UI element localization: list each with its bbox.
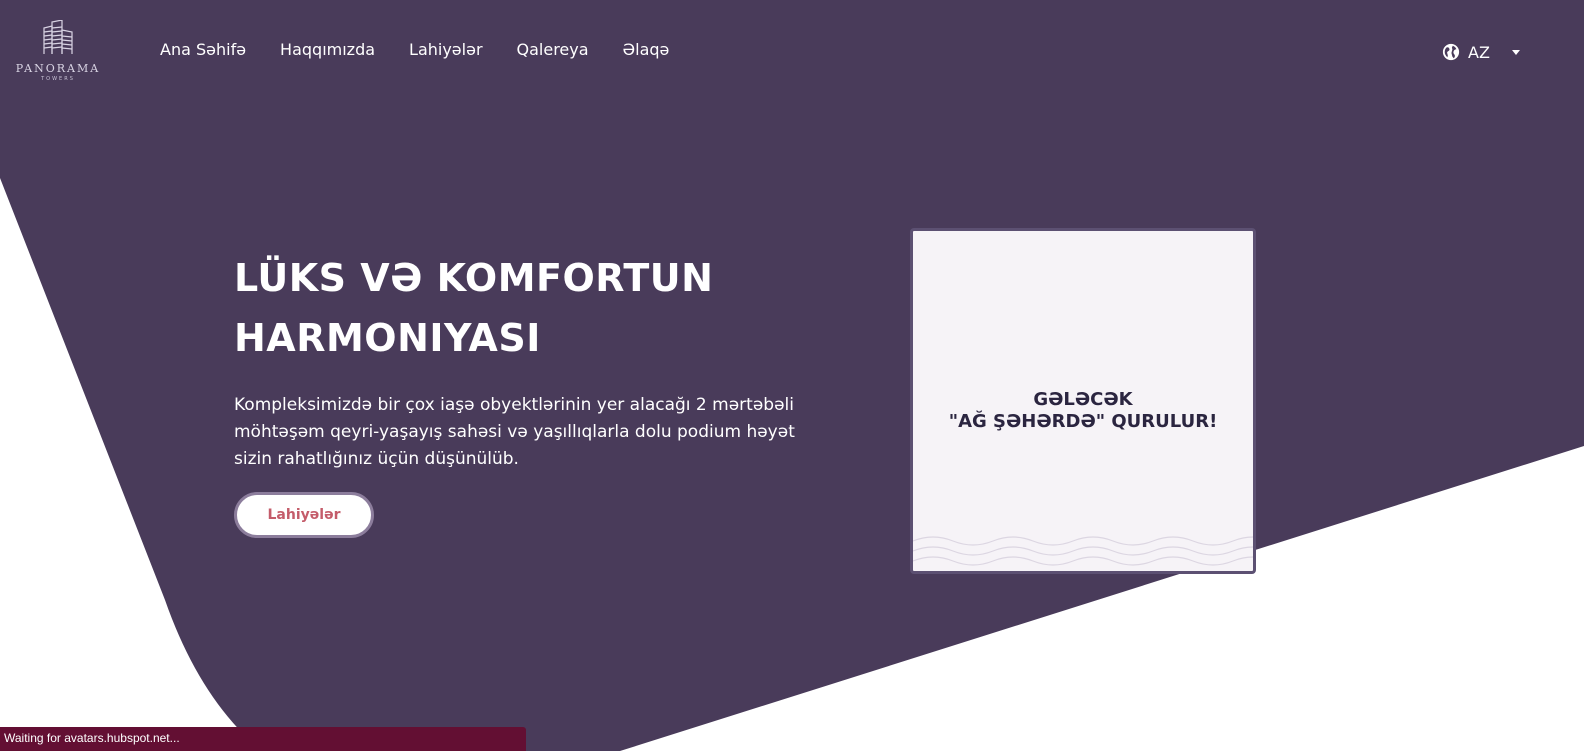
chevron-down-icon xyxy=(1511,50,1520,55)
towers-icon xyxy=(43,20,73,54)
hero-title-line-1: LÜKS VƏ KOMFORTUN xyxy=(234,256,714,300)
logo[interactable]: PANORAMA TOWERS xyxy=(14,20,102,88)
main-nav: Ana Səhifə Haqqımızda Lahiyələr Qalereya… xyxy=(160,40,669,64)
hero-title-line-2: HARMONIYASI xyxy=(234,316,541,360)
globe-icon xyxy=(1442,43,1460,61)
projects-button[interactable]: Lahiyələr xyxy=(234,492,374,538)
browser-status-bar: Waiting for avatars.hubspot.net... xyxy=(0,727,526,751)
language-selector[interactable]: AZ xyxy=(1442,40,1520,64)
logo-wordmark: PANORAMA xyxy=(15,62,101,75)
wave-decoration xyxy=(913,536,1253,566)
nav-item-about[interactable]: Haqqımızda xyxy=(280,40,375,64)
promo-line-2: "AĞ ŞƏHƏRDƏ" QURULUR! xyxy=(948,411,1218,432)
status-text: Waiting for avatars.hubspot.net... xyxy=(4,731,180,745)
hero-title: LÜKS VƏ KOMFORTUN HARMONIYASI xyxy=(234,248,814,368)
site-header: PANORAMA TOWERS Ana Səhifə Haqqımızda La… xyxy=(0,0,1584,100)
promo-text: GƏLƏCƏK "AĞ ŞƏHƏRDƏ" QURULUR! xyxy=(913,389,1253,433)
nav-item-projects[interactable]: Lahiyələr xyxy=(409,40,482,64)
nav-item-gallery[interactable]: Qalereya xyxy=(517,40,589,64)
promo-card[interactable]: GƏLƏCƏK "AĞ ŞƏHƏRDƏ" QURULUR! xyxy=(910,228,1256,574)
nav-item-contact[interactable]: Əlaqə xyxy=(623,40,670,64)
logo-tagline: TOWERS xyxy=(41,76,75,82)
promo-line-1: GƏLƏCƏK xyxy=(1033,389,1133,410)
hero-section: LÜKS VƏ KOMFORTUN HARMONIYASI Kompleksim… xyxy=(234,248,814,538)
hero-description: Kompleksimizdə bir çox iaşə obyektlərini… xyxy=(234,395,795,469)
nav-item-home[interactable]: Ana Səhifə xyxy=(160,40,246,64)
language-label: AZ xyxy=(1468,42,1490,62)
